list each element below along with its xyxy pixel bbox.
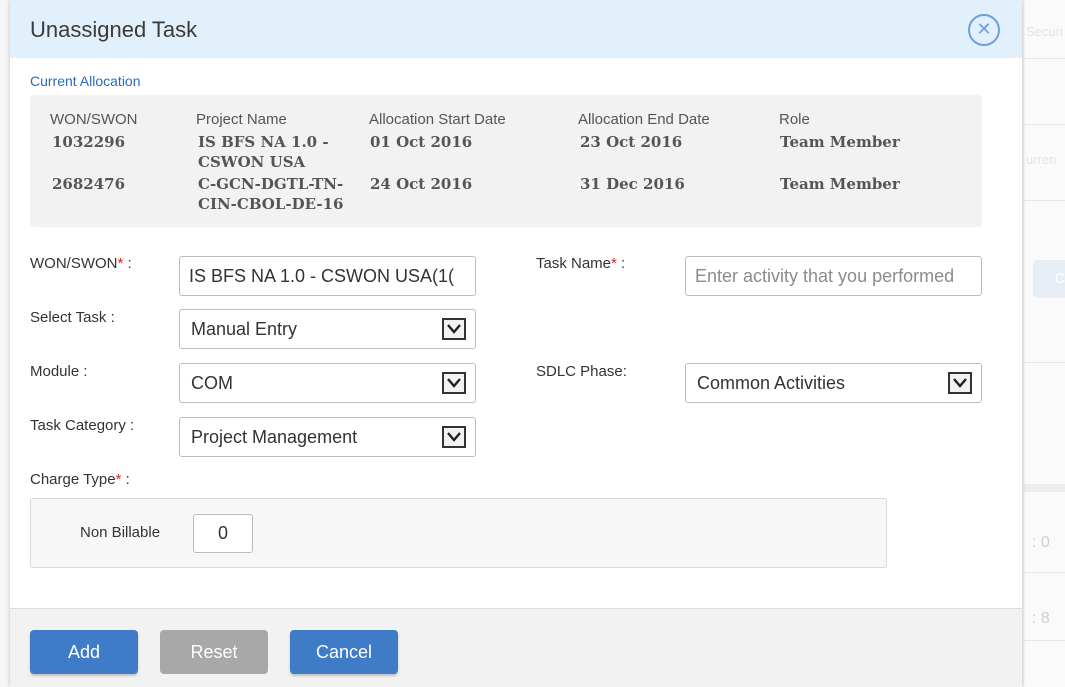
task-name-input[interactable]: Enter activity that you performed xyxy=(685,256,982,296)
background-text: Securi xyxy=(1026,24,1063,39)
background-left-edge xyxy=(0,0,10,687)
background-divider xyxy=(1024,200,1065,201)
table-cell-won: 1032296 xyxy=(52,133,126,151)
sdlc-phase-value: Common Activities xyxy=(697,373,846,393)
chevron-down-icon[interactable] xyxy=(442,372,466,394)
column-header-role: Role xyxy=(779,111,810,128)
background-button: C xyxy=(1033,260,1065,298)
module-dropdown[interactable]: COM xyxy=(179,363,476,403)
charge-type-label: Charge Type* : xyxy=(30,471,130,488)
table-cell-end: 23 Oct 2016 xyxy=(580,133,683,151)
table-cell-start: 01 Oct 2016 xyxy=(370,133,473,151)
background-value: : 0 xyxy=(1032,534,1050,551)
module-label: Module : xyxy=(30,363,88,380)
unassigned-task-modal: Unassigned Task ✕ Current Allocation WON… xyxy=(10,0,1022,687)
table-cell-project-line: IS BFS NA 1.0 - xyxy=(198,133,329,151)
label-colon: : xyxy=(123,255,132,272)
background-divider xyxy=(1024,124,1065,125)
table-cell-project-line: CIN-CBOL-DE-16 xyxy=(198,195,344,213)
task-category-value: Project Management xyxy=(191,427,358,447)
cancel-button[interactable]: Cancel xyxy=(290,630,398,674)
modal-header: Unassigned Task ✕ xyxy=(10,0,1022,58)
table-cell-project: IS BFS NA 1.0 - CSWON USA xyxy=(198,132,329,172)
non-billable-input[interactable]: 0 xyxy=(193,514,253,553)
table-cell-won: 2682476 xyxy=(52,175,126,193)
task-category-label: Task Category : xyxy=(30,417,135,434)
select-task-dropdown[interactable]: Manual Entry xyxy=(179,309,476,349)
table-cell-role: Team Member xyxy=(780,175,900,193)
table-cell-project-line: CSWON USA xyxy=(198,153,306,171)
background-divider xyxy=(1024,58,1065,59)
chevron-down-icon[interactable] xyxy=(442,426,466,448)
chevron-down-icon[interactable] xyxy=(442,318,466,340)
label-colon: : xyxy=(121,471,130,488)
chevron-down-icon[interactable] xyxy=(948,372,972,394)
background-divider xyxy=(1024,572,1065,573)
label-colon: : xyxy=(616,255,626,272)
module-value: COM xyxy=(191,373,233,393)
table-cell-project-line: C-GCN-DGTL-TN- xyxy=(198,175,344,193)
won-swon-label: WON/SWON* : xyxy=(30,255,132,272)
allocation-table: WON/SWON Project Name Allocation Start D… xyxy=(30,95,982,227)
background-right-strip xyxy=(1024,0,1065,687)
background-divider xyxy=(1024,484,1065,492)
charge-type-label-text: Charge Type xyxy=(30,471,116,488)
column-header-start: Allocation Start Date xyxy=(369,111,506,128)
table-cell-end: 31 Dec 2016 xyxy=(580,175,685,193)
modal-title: Unassigned Task xyxy=(30,17,198,42)
table-cell-start: 24 Oct 2016 xyxy=(370,175,473,193)
task-name-label-text: Task Name xyxy=(536,255,612,272)
charge-type-panel: Non Billable 0 xyxy=(30,498,887,568)
column-header-won: WON/SWON xyxy=(50,111,138,128)
column-header-project: Project Name xyxy=(196,111,287,128)
reset-button[interactable]: Reset xyxy=(160,630,268,674)
background-text: urren xyxy=(1026,152,1057,167)
column-header-end: Allocation End Date xyxy=(578,111,710,128)
sdlc-phase-label: SDLC Phase: xyxy=(536,363,627,380)
background-value: : 8 xyxy=(1032,610,1050,627)
modal-footer: Add Reset Cancel xyxy=(10,608,1022,687)
table-cell-role: Team Member xyxy=(780,133,900,151)
current-allocation-label: Current Allocation xyxy=(30,73,141,89)
won-swon-input[interactable]: IS BFS NA 1.0 - CSWON USA(1( xyxy=(179,256,476,296)
won-swon-label-text: WON/SWON xyxy=(30,255,118,272)
non-billable-label: Non Billable xyxy=(80,524,161,541)
task-category-dropdown[interactable]: Project Management xyxy=(179,417,476,457)
background-divider xyxy=(1024,640,1065,641)
task-name-label: Task Name* : xyxy=(536,255,625,272)
background-divider xyxy=(1024,362,1065,363)
sdlc-phase-dropdown[interactable]: Common Activities xyxy=(685,363,982,403)
table-cell-project: C-GCN-DGTL-TN- CIN-CBOL-DE-16 xyxy=(198,174,343,214)
select-task-value: Manual Entry xyxy=(191,319,298,339)
add-button[interactable]: Add xyxy=(30,630,138,674)
select-task-label: Select Task : xyxy=(30,309,115,326)
close-circle-icon[interactable]: ✕ xyxy=(968,14,1000,46)
